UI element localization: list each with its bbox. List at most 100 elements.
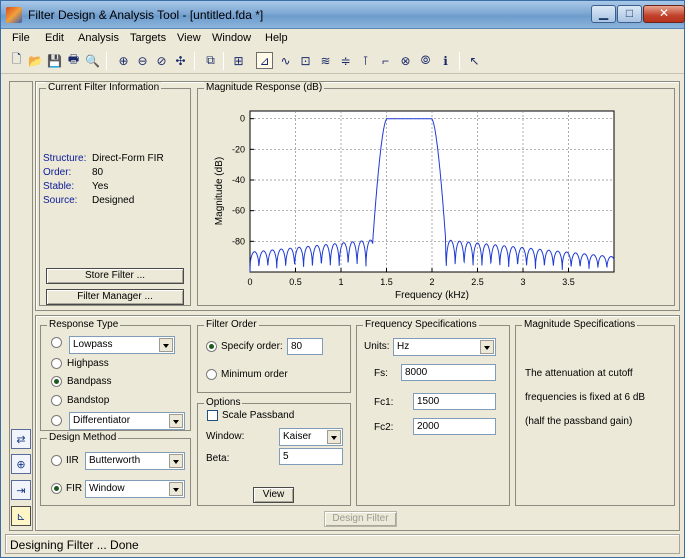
source-value: Designed: [92, 195, 135, 206]
minimize-button[interactable]: ▁: [591, 5, 616, 23]
zoom-x-icon[interactable]: ⊖: [134, 52, 151, 69]
magnitude-response-title: Magnitude Response (dB): [204, 82, 325, 93]
chevron-down-icon[interactable]: [169, 454, 183, 468]
full-view-icon[interactable]: ✣: [172, 52, 189, 69]
filter-info-icon[interactable]: ℹ: [437, 52, 454, 69]
y-tick-label: -40: [232, 175, 245, 185]
print-preview-icon[interactable]: 🔍: [84, 52, 101, 69]
chevron-down-icon[interactable]: [169, 414, 183, 428]
zoom-in-icon[interactable]: ⊕: [115, 52, 132, 69]
coefficients-icon[interactable]: ⦾: [417, 52, 434, 69]
filter-manager-button[interactable]: Filter Manager ...: [46, 289, 184, 305]
toolbar-separator: [194, 52, 195, 70]
response-type-title: Response Type: [47, 319, 121, 330]
iir-method-value: Butterworth: [89, 455, 141, 466]
lowpass-radio[interactable]: [51, 337, 62, 348]
order-label: Order:: [43, 167, 72, 178]
bandstop-radio[interactable]: [51, 395, 62, 406]
chevron-down-icon[interactable]: [480, 340, 494, 354]
fs-input[interactable]: 8000: [401, 364, 496, 381]
differentiator-select[interactable]: Differentiator: [69, 412, 185, 430]
filter-specs-icon[interactable]: ⊞: [230, 52, 247, 69]
highpass-radio[interactable]: [51, 358, 62, 369]
y-tick-label: -80: [232, 236, 245, 246]
print-icon[interactable]: 🖶: [65, 52, 82, 69]
menu-edit[interactable]: Edit: [45, 32, 64, 44]
scale-passband-checkbox[interactable]: [207, 410, 218, 421]
phase-delay-icon[interactable]: ≑: [337, 52, 354, 69]
differentiator-radio[interactable]: [51, 415, 62, 426]
transform-filter-icon[interactable]: ⇄: [11, 429, 31, 449]
minimum-order-radio[interactable]: [206, 369, 217, 380]
toolbar-separator: [459, 52, 460, 70]
x-tick-label: 2.5: [471, 277, 484, 287]
impulse-response-icon[interactable]: ⊺: [357, 52, 374, 69]
step-response-icon[interactable]: ⌐: [377, 52, 394, 69]
scale-passband-label: Scale Passband: [222, 410, 295, 421]
fc2-input[interactable]: 2000: [413, 418, 496, 435]
view-button[interactable]: View: [253, 487, 294, 503]
design-filter-icon[interactable]: ⊾: [11, 506, 31, 526]
highpass-label: Highpass: [67, 358, 109, 369]
y-tick-label: 0: [240, 114, 245, 124]
pole-zero-icon[interactable]: ⊗: [397, 52, 414, 69]
bandstop-label: Bandstop: [67, 395, 110, 406]
open-folder-icon[interactable]: 📂: [27, 52, 44, 69]
window-select[interactable]: Kaiser: [279, 428, 343, 446]
menu-file[interactable]: File: [12, 32, 30, 44]
beta-input[interactable]: 5: [279, 448, 343, 465]
title-bar[interactable]: Filter Design & Analysis Tool - [untitle…: [1, 1, 685, 29]
units-label: Units:: [364, 341, 390, 352]
fs-label: Fs:: [374, 368, 388, 379]
fc2-label: Fc2:: [374, 422, 394, 433]
group-delay-icon[interactable]: ≋: [317, 52, 334, 69]
options-title: Options: [204, 397, 243, 408]
phase-response-icon[interactable]: ∿: [277, 52, 294, 69]
y-axis-label: Magnitude (dB): [214, 157, 225, 225]
close-button[interactable]: ✕: [643, 5, 685, 23]
menu-window[interactable]: Window: [212, 32, 251, 44]
minimum-order-label: Minimum order: [221, 369, 288, 380]
new-file-icon[interactable]: 🗋: [8, 52, 25, 69]
x-axis-label: Frequency (kHz): [395, 290, 469, 301]
pole-zero-editor-icon[interactable]: ⊕: [11, 454, 31, 474]
mag-phase-icon[interactable]: ⊡: [297, 52, 314, 69]
menu-targets[interactable]: Targets: [130, 32, 166, 44]
fir-radio[interactable]: [51, 483, 62, 494]
magnitude-specs-title: Magnitude Specifications: [522, 319, 638, 330]
order-input[interactable]: 80: [287, 338, 323, 355]
menu-bar: File Edit Analysis Targets View Window H…: [1, 29, 684, 48]
store-filter-button[interactable]: Store Filter ...: [46, 268, 184, 284]
iir-method-select[interactable]: Butterworth: [85, 452, 185, 470]
design-filter-button[interactable]: Design Filter: [324, 511, 397, 527]
menu-view[interactable]: View: [177, 32, 201, 44]
whats-this-help-icon[interactable]: ↖: [466, 52, 483, 69]
fc1-input[interactable]: 1500: [413, 393, 496, 410]
menu-help[interactable]: Help: [265, 32, 288, 44]
iir-label: IIR: [66, 455, 79, 466]
lowpass-select[interactable]: Lowpass: [69, 336, 175, 354]
chevron-down-icon[interactable]: [159, 338, 173, 352]
fdatool-window: Filter Design & Analysis Tool - [untitle…: [0, 0, 685, 558]
magnitude-response-icon[interactable]: ⊿: [256, 52, 273, 69]
specify-order-radio[interactable]: [206, 341, 217, 352]
menu-analysis[interactable]: Analysis: [78, 32, 119, 44]
chevron-down-icon[interactable]: [327, 430, 341, 444]
new-figure-icon[interactable]: ⧉: [202, 52, 219, 69]
maximize-button[interactable]: □: [617, 5, 642, 23]
iir-radio[interactable]: [51, 455, 62, 466]
chevron-down-icon[interactable]: [169, 482, 183, 496]
zoom-y-icon[interactable]: ⊘: [153, 52, 170, 69]
specify-order-label: Specify order:: [221, 341, 283, 352]
x-tick-label: 2: [429, 277, 434, 287]
fir-method-select[interactable]: Window: [85, 480, 185, 498]
save-icon[interactable]: 💾: [46, 52, 63, 69]
bandpass-radio[interactable]: [51, 376, 62, 387]
differentiator-select-value: Differentiator: [73, 415, 131, 426]
units-select[interactable]: Hz: [393, 338, 496, 356]
import-filter-icon[interactable]: ⇥: [11, 480, 31, 500]
response-type-group: Response Type Lowpass Highpass Bandpass …: [40, 319, 191, 431]
window-label: Window:: [206, 431, 245, 442]
magnitude-response-chart[interactable]: 0 -20 -40 -60 -80 0 0.5 1 1.5 2 2.5 3 3.5 Magnitude…: [200, 99, 670, 304]
window-select-value: Kaiser: [283, 431, 312, 442]
